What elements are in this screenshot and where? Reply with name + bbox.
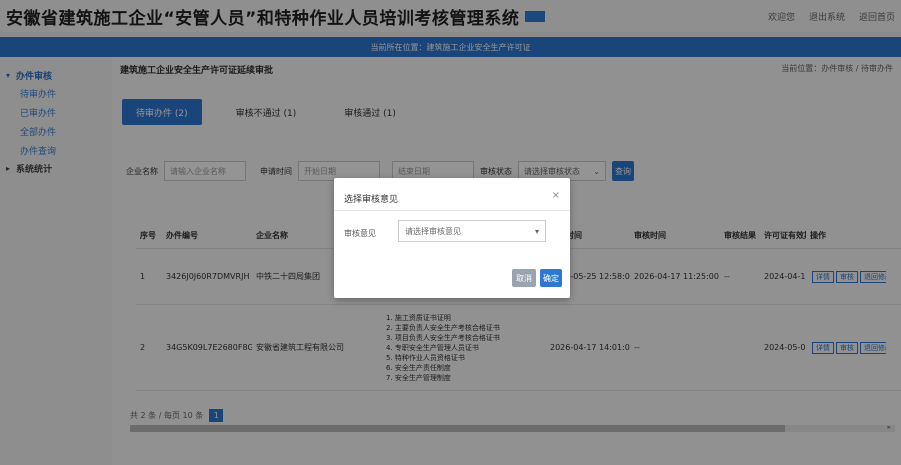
opinion-label: 审核意见 — [344, 229, 376, 238]
chevron-down-icon: ▾ — [534, 226, 539, 236]
confirm-button[interactable]: 确定 — [540, 269, 562, 287]
cancel-button[interactable]: 取消 — [512, 269, 536, 287]
dialog-divider — [334, 210, 570, 211]
review-opinion-dialog: 选择审核意见 × 审核意见 请选择审核意见 ▾ 取消 确定 — [334, 178, 570, 298]
opinion-select-value: 请选择审核意见 — [405, 226, 461, 236]
opinion-select[interactable]: 请选择审核意见 ▾ — [398, 220, 546, 242]
dialog-title: 选择审核意见 — [344, 195, 399, 205]
close-icon[interactable]: × — [552, 190, 560, 201]
